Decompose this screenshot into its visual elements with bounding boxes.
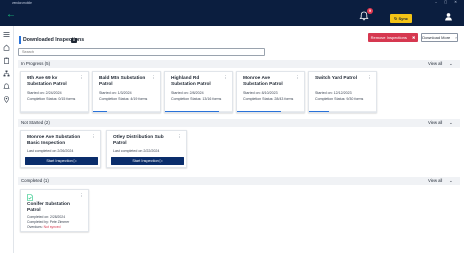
notification-badge: 9 (367, 8, 373, 14)
start-inspection-button[interactable]: Start Inspection ▷ (25, 157, 98, 165)
app-header: ← 9 ↻ Sync (0, 5, 464, 26)
remove-inspections-button[interactable]: Remove Inspections ✖ (368, 33, 418, 42)
inspection-card[interactable]: Switch Yard Patrol ⋮ Started on: 12/12/2… (308, 71, 377, 113)
sync-button[interactable]: ↻ Sync (390, 14, 412, 23)
download-more-button[interactable]: Download More › (421, 33, 458, 42)
more-vertical-icon[interactable]: ⋮ (223, 75, 228, 81)
overdues-label: Overdues: (27, 225, 43, 229)
card-completed-by: Completed by: Pete Zimmer (27, 220, 70, 224)
inspection-count-badge: 8 (71, 37, 77, 43)
card-started-date: Started on: 2/8/2024 (171, 91, 204, 95)
search-input[interactable] (18, 48, 265, 56)
start-inspection-button[interactable]: Start Inspection ▷ (111, 157, 184, 165)
chevron-down-icon[interactable]: ⌄ (449, 177, 453, 185)
card-completion-status: Completion Status: 0/15 forms (27, 97, 76, 101)
card-completed-date: Completed on: 2/28/2024 (27, 215, 66, 219)
play-icon: ▷ (73, 159, 77, 163)
progress-bar (309, 110, 376, 112)
card-title: Monroe Ave Substation Basic Inspection (27, 135, 81, 146)
card-title: Switch Yard Patrol (315, 76, 358, 81)
card-title: Conifer Substation Patrol (27, 202, 70, 213)
inspection-card[interactable]: ⋮ Conifer Substation Patrol Completed on… (20, 189, 89, 232)
window-title: vendor.mobile (12, 0, 32, 5)
download-more-label: Download More (422, 35, 451, 40)
overdues-value: Not synced (43, 225, 61, 229)
home-icon[interactable] (3, 44, 10, 51)
inspection-card[interactable]: Monroe Ave Substation Patrol ⋮ Started o… (236, 71, 305, 113)
card-completion-status: Completion Status: 28/43 forms (243, 97, 294, 101)
card-overdues: Overdues: Not synced (27, 225, 61, 229)
chevron-right-icon: › (451, 35, 457, 40)
more-vertical-icon[interactable]: ⋮ (367, 75, 372, 81)
inspection-card[interactable]: Highland Rd Substation Patrol ⋮ Started … (164, 71, 233, 113)
progress-bar (237, 110, 304, 112)
section-label: Not Started (2) (21, 120, 50, 125)
location-icon[interactable] (3, 96, 10, 103)
section-label: In Progress (5) (21, 61, 51, 66)
completed-document-icon (27, 194, 33, 201)
remove-inspections-label: Remove Inspections (370, 35, 407, 40)
window-controls[interactable]: – ▢ ✕ (435, 0, 460, 4)
inspection-card[interactable]: Bald Mtn Substation Patrol ⋮ Started on:… (92, 71, 161, 113)
sync-icon: ↻ (393, 16, 398, 21)
section-not-started[interactable]: Not Started (2) View all ⌄ (18, 119, 460, 127)
more-vertical-icon[interactable]: ⋮ (295, 75, 300, 81)
progress-fill (165, 110, 220, 112)
user-icon[interactable] (444, 12, 453, 21)
card-title: Otley Distribution Sub Patrol (113, 135, 164, 146)
back-arrow-icon[interactable]: ← (6, 10, 16, 20)
start-inspection-label: Start Inspection (46, 159, 73, 163)
play-icon: ▷ (159, 159, 163, 163)
notifications-icon[interactable] (3, 83, 10, 90)
view-all-link[interactable]: View all (428, 177, 442, 185)
progress-bar (165, 110, 232, 112)
chevron-down-icon[interactable]: ⌄ (449, 119, 453, 127)
inspection-card[interactable]: Monroe Ave Substation Basic Inspection ⋮… (20, 130, 101, 168)
trash-icon: ✖ (408, 35, 416, 40)
card-started-date: Started on: 12/12/2023 (315, 91, 352, 95)
start-inspection-label: Start Inspection (132, 159, 159, 163)
card-completion-status: Completion Status: 9/30 forms (315, 97, 364, 101)
card-started-date: Started on: 1/3/2024 (99, 91, 132, 95)
more-vertical-icon[interactable]: ⋮ (79, 193, 84, 199)
clipboard-icon[interactable] (3, 57, 10, 64)
inspection-card[interactable]: 9th Ave 69 kv Substation Patrol ⋮ Starte… (20, 71, 89, 113)
card-title: Monroe Ave Substation Patrol (243, 76, 283, 87)
card-title: Highland Rd Substation Patrol (171, 76, 211, 87)
progress-bar (21, 110, 88, 112)
section-completed[interactable]: Completed (1) View all ⌄ (18, 177, 460, 185)
card-completion-status: Completion Status: 13/16 forms (171, 97, 222, 101)
more-vertical-icon[interactable]: ⋮ (177, 134, 182, 140)
menu-icon[interactable] (3, 31, 10, 38)
inspection-card[interactable]: Otley Distribution Sub Patrol ⋮ Last com… (106, 130, 187, 168)
sidebar (0, 26, 14, 253)
section-in-progress[interactable]: In Progress (5) View all ⌄ (18, 60, 460, 68)
card-completion-status: Completion Status: 4/19 forms (99, 97, 148, 101)
more-vertical-icon[interactable]: ⋮ (151, 75, 156, 81)
section-label: Completed (1) (21, 178, 49, 183)
card-last-completed: Last completed on 2/22/2024 (113, 149, 160, 153)
progress-fill (309, 110, 330, 112)
progress-fill (237, 110, 281, 112)
main-content: Downloaded Inspections 8 Remove Inspecti… (14, 26, 464, 253)
more-vertical-icon[interactable]: ⋮ (91, 134, 96, 140)
card-title: 9th Ave 69 kv Substation Patrol (27, 76, 67, 87)
title-accent-bar (19, 36, 21, 44)
more-vertical-icon[interactable]: ⋮ (79, 75, 84, 81)
card-started-date: Started on: 8/10/2023 (243, 91, 278, 95)
chevron-down-icon[interactable]: ⌄ (449, 60, 453, 68)
card-last-completed: Last completed on 2/26/2024 (27, 149, 74, 153)
progress-fill (93, 110, 108, 112)
card-title: Bald Mtn Substation Patrol (99, 76, 146, 87)
card-started-date: Started on: 2/24/2024 (27, 91, 62, 95)
sitemap-icon[interactable] (3, 70, 10, 77)
progress-bar (93, 110, 160, 112)
sync-label: Sync (398, 16, 409, 21)
view-all-link[interactable]: View all (428, 119, 442, 127)
view-all-link[interactable]: View all (428, 60, 442, 68)
